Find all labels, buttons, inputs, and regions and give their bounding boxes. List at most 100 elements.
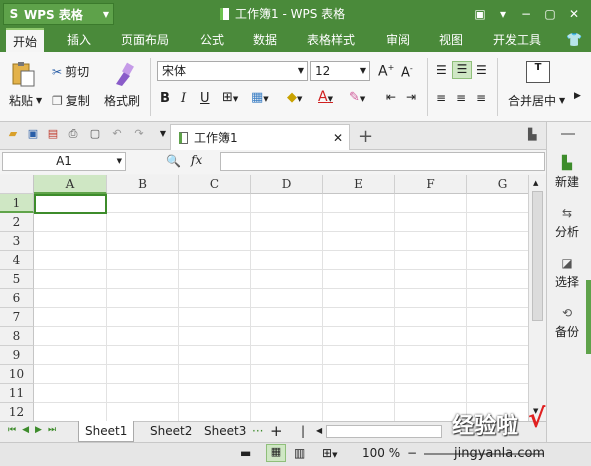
column-header[interactable]: G xyxy=(467,175,528,194)
pdf-icon[interactable]: ▤ xyxy=(46,127,60,141)
document-tab[interactable]: 工作簿1 ✕ xyxy=(170,124,350,150)
merge-center-button[interactable]: 合并居中 ▼ xyxy=(508,92,565,109)
align-center-icon[interactable]: ≡ xyxy=(456,91,466,105)
tab-formulas[interactable]: 公式 xyxy=(193,28,231,52)
app-menu-button[interactable]: S WPS 表格 ▼ xyxy=(3,3,114,25)
horizontal-scrollbar[interactable] xyxy=(326,425,442,438)
row-header[interactable]: 8 xyxy=(0,327,34,346)
redo-icon[interactable]: ↷ xyxy=(132,127,146,141)
scroll-left-icon[interactable]: ◀ xyxy=(316,426,322,435)
column-header[interactable]: F xyxy=(395,175,467,194)
row-header[interactable]: 7 xyxy=(0,308,34,327)
open-folder-icon[interactable]: ▰ xyxy=(6,127,20,141)
align-middle-icon[interactable]: ☰ xyxy=(452,61,472,79)
font-name-select[interactable]: 宋体 ▼ xyxy=(157,61,308,81)
skin-icon[interactable]: ▣ xyxy=(470,4,490,24)
save-icon[interactable]: ▣ xyxy=(26,127,40,141)
row-header[interactable]: 11 xyxy=(0,384,34,403)
print-icon[interactable]: ⎙ xyxy=(66,127,80,141)
chevron-down-icon[interactable]: ▼ xyxy=(156,127,170,141)
tab-insert[interactable]: 插入 xyxy=(60,28,98,52)
sheet-nav-icons[interactable]: ⏮◀▶⏭ xyxy=(8,425,62,435)
settings-icon[interactable]: ▾ xyxy=(493,4,513,24)
tab-data[interactable]: 数据 xyxy=(246,28,284,52)
add-sheet-button[interactable]: + xyxy=(270,422,283,440)
row-header[interactable]: 1 xyxy=(0,194,34,213)
page-view-icon[interactable]: ▥ xyxy=(294,446,305,460)
shirt-icon[interactable]: 👕 xyxy=(566,33,582,48)
align-bottom-icon[interactable]: ☰ xyxy=(476,63,487,77)
sheet-tab-3[interactable]: Sheet3 xyxy=(198,421,252,442)
maximize-button[interactable]: ▢ xyxy=(540,4,560,24)
side-backup[interactable]: ⟲ 备份 xyxy=(547,306,587,340)
side-select[interactable]: ◪ 选择 xyxy=(547,256,587,290)
tab-home[interactable]: 开始 xyxy=(6,28,45,52)
tab-list-icon[interactable]: ▙ xyxy=(528,128,536,141)
row-header[interactable]: 5 xyxy=(0,270,34,289)
fx-button[interactable]: fx xyxy=(191,153,202,167)
row-header[interactable]: 10 xyxy=(0,365,34,384)
close-button[interactable]: ✕ xyxy=(564,4,584,24)
column-header[interactable]: A xyxy=(34,175,107,194)
more-sheets-icon[interactable]: ··· xyxy=(252,424,263,438)
tab-view[interactable]: 视图 xyxy=(432,28,470,52)
scroll-up-icon[interactable]: ▲ xyxy=(533,179,538,187)
name-box[interactable]: A1 ▼ xyxy=(2,152,126,171)
bold-button[interactable]: B xyxy=(160,91,170,106)
borders-icon[interactable]: ⊞▼ xyxy=(222,90,238,105)
column-header[interactable]: C xyxy=(179,175,251,194)
panel-toggle[interactable] xyxy=(586,280,591,354)
clear-format-icon[interactable]: ✎▼ xyxy=(349,90,365,105)
print-preview-icon[interactable]: ▢ xyxy=(88,127,102,141)
align-left-icon[interactable]: ≡ xyxy=(436,91,446,105)
increase-indent-icon[interactable]: ⇥ xyxy=(406,90,416,104)
sheet-tab-2[interactable]: Sheet2 xyxy=(144,421,198,442)
brush-icon[interactable] xyxy=(110,60,136,88)
tab-developer[interactable]: 开发工具 xyxy=(486,28,548,52)
underline-button[interactable]: U xyxy=(200,91,210,106)
row-header[interactable]: 4 xyxy=(0,251,34,270)
tab-review[interactable]: 审阅 xyxy=(379,28,417,52)
decrease-indent-icon[interactable]: ⇤ xyxy=(386,90,396,104)
side-new[interactable]: ▙ 新建 xyxy=(547,156,587,190)
undo-icon[interactable]: ↶ xyxy=(110,127,124,141)
paste-icon[interactable] xyxy=(10,60,40,88)
tab-table-style[interactable]: 表格样式 xyxy=(300,28,362,52)
tab-page-layout[interactable]: 页面布局 xyxy=(114,28,176,52)
italic-button[interactable]: I xyxy=(181,91,186,106)
normal-view-icon[interactable]: ▬ xyxy=(240,446,251,460)
column-header[interactable]: D xyxy=(251,175,323,194)
new-tab-button[interactable]: + xyxy=(358,126,373,147)
align-top-icon[interactable]: ☰ xyxy=(436,63,447,77)
increase-font-icon[interactable]: A+ xyxy=(378,63,394,80)
zoom-search-icon[interactable]: 🔍 xyxy=(166,154,181,168)
paste-button[interactable]: 粘贴 ▼ xyxy=(9,92,42,109)
font-size-select[interactable]: 12 ▼ xyxy=(310,61,370,81)
vertical-scrollbar[interactable]: ▲ ▼ xyxy=(528,175,546,421)
side-analyze[interactable]: ⇆ 分析 xyxy=(547,206,587,240)
fill-color-icon[interactable]: ◆▼ xyxy=(287,90,302,105)
row-header[interactable]: 6 xyxy=(0,289,34,308)
column-header[interactable]: B xyxy=(107,175,179,194)
align-right-icon[interactable]: ≡ xyxy=(476,91,486,105)
selected-cell[interactable] xyxy=(34,194,107,214)
column-header[interactable]: E xyxy=(323,175,395,194)
select-all-corner[interactable] xyxy=(0,175,34,194)
font-color-icon[interactable]: A▼ xyxy=(318,89,333,105)
copy-button[interactable]: ❐ 复制 xyxy=(52,92,90,109)
cut-button[interactable]: ✂ 剪切 xyxy=(52,63,89,80)
minimize-button[interactable]: − xyxy=(516,4,536,24)
splitter-icon[interactable]: | xyxy=(301,424,305,438)
row-header[interactable]: 3 xyxy=(0,232,34,251)
spreadsheet-grid[interactable]: A B C D E F G 1 2 3 4 5 6 7 8 9 10 11 12 xyxy=(0,175,528,421)
close-tab-icon[interactable]: ✕ xyxy=(333,131,343,145)
decrease-font-icon[interactable]: A- xyxy=(401,64,413,80)
grid-view-icon[interactable]: ▦ xyxy=(266,444,286,462)
cell-style-icon[interactable]: ▦▼ xyxy=(251,90,269,105)
ribbon-scroll-icon[interactable]: ▶ xyxy=(574,91,581,101)
row-header[interactable]: 2 xyxy=(0,213,34,232)
row-header[interactable]: 12 xyxy=(0,403,34,421)
formula-input[interactable] xyxy=(220,152,545,171)
merge-center-icon[interactable]: T xyxy=(526,61,550,83)
sheet-tab-1[interactable]: Sheet1 xyxy=(78,421,135,442)
